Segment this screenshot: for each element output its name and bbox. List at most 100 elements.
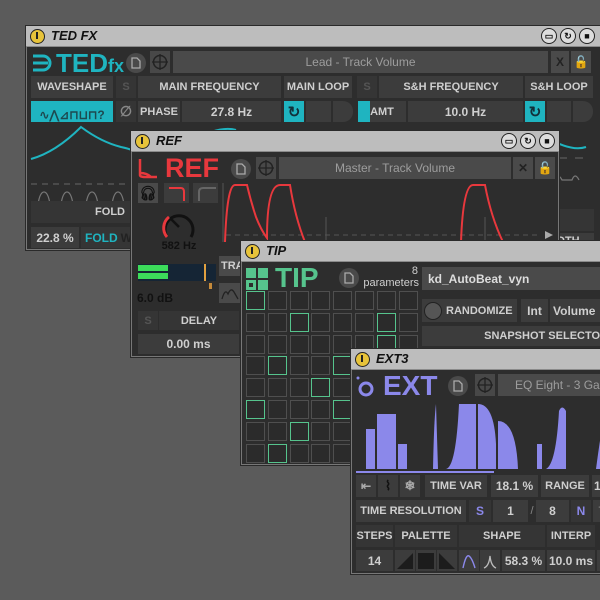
range-value[interactable]: 1 (592, 475, 600, 497)
shape-value[interactable]: 58.3 % (502, 550, 545, 571)
sh-loop-slot[interactable] (547, 101, 571, 122)
mode-selector[interactable]: FOLD WF (81, 227, 131, 248)
shape-spike-button[interactable] (480, 550, 500, 571)
grid-cell[interactable] (333, 291, 353, 310)
grid-cell[interactable] (267, 421, 287, 441)
sh-frequency-value[interactable]: 10.0 Hz (408, 101, 523, 122)
grid-cell[interactable] (311, 443, 331, 463)
interp-value[interactable]: 10.0 ms (547, 550, 595, 571)
grid-cell[interactable] (267, 334, 287, 354)
ext3-title-bar[interactable]: EXT3 (351, 349, 600, 370)
curve-button[interactable] (219, 283, 241, 303)
grid-cell[interactable] (246, 400, 265, 419)
grid-cell[interactable] (376, 312, 396, 332)
grid-cell[interactable] (289, 334, 309, 354)
n-button[interactable]: N (571, 500, 591, 522)
grid-cell[interactable] (311, 421, 331, 441)
document-icon[interactable] (339, 268, 359, 288)
crosshair-icon[interactable] (150, 51, 170, 73)
grid-cell[interactable] (289, 400, 309, 419)
waveshape-selector[interactable]: ∿⋀⊿⊓⊔⊓? (31, 101, 113, 122)
close-target-button[interactable]: ✕ (513, 157, 533, 179)
device-target-field[interactable]: EQ Eight - 3 Gain (498, 374, 600, 396)
grid-cell[interactable] (311, 334, 331, 354)
grid-cell[interactable] (376, 291, 396, 310)
dock-icon[interactable]: ▭ (541, 28, 557, 44)
close-target-button[interactable]: X (551, 51, 569, 73)
grid-cell[interactable] (289, 378, 309, 398)
grid-cell[interactable] (311, 291, 331, 310)
shape-smooth-button[interactable] (459, 550, 479, 571)
document-icon[interactable] (448, 376, 468, 396)
grid-cell[interactable] (267, 443, 287, 463)
crosshair-icon[interactable] (256, 157, 276, 179)
fold-amount-value[interactable]: 22.8 % (31, 227, 79, 248)
curve-mode-button[interactable]: ⌇ (378, 475, 398, 497)
grid-cell[interactable] (355, 291, 374, 310)
palette-ramp-up-button[interactable] (395, 550, 415, 571)
grid-cell[interactable] (355, 312, 374, 332)
delay-value[interactable]: 0.00 ms (138, 334, 239, 354)
grid-cell[interactable] (311, 312, 331, 332)
grid-cell[interactable] (267, 378, 287, 398)
gain-value[interactable]: 6.0 dB (137, 291, 181, 305)
lock-icon[interactable]: 🔓 (571, 51, 591, 73)
time-var-value[interactable]: 18.1 % (491, 475, 538, 497)
grid-cell[interactable] (246, 443, 265, 463)
grid-cell[interactable] (311, 378, 331, 398)
grid-cell[interactable] (267, 291, 287, 310)
lowpass-filter-button[interactable] (164, 183, 189, 203)
ref-title-bar[interactable]: REF ▭ ↻ ■ (131, 131, 559, 152)
grid-cell[interactable] (246, 291, 265, 310)
delay-sync-s-button[interactable]: S (138, 311, 158, 330)
grid-cell[interactable] (289, 443, 309, 463)
grid-cell[interactable] (267, 312, 287, 332)
save-icon[interactable]: ■ (539, 133, 555, 149)
grid-cell[interactable] (246, 421, 265, 441)
volume-button[interactable]: Volume (550, 299, 600, 322)
freeze-button[interactable]: ❄ (400, 475, 420, 497)
highpass-filter-button[interactable] (193, 183, 218, 203)
sh-loop-end[interactable] (573, 101, 593, 122)
phase-invert-button[interactable]: ∅ (116, 101, 136, 122)
grid-cell[interactable] (289, 421, 309, 441)
sync-s-button[interactable]: S (469, 500, 491, 522)
grid-cell[interactable] (246, 378, 265, 398)
mode-fold[interactable]: FOLD (85, 231, 118, 245)
main-loop-slot[interactable] (306, 101, 331, 122)
palette-square-button[interactable] (416, 550, 436, 571)
grid-cell[interactable] (398, 312, 418, 332)
gain-handle-icon[interactable] (209, 283, 212, 289)
tra-button[interactable]: TRA (219, 256, 241, 276)
crosshair-icon[interactable] (475, 374, 495, 396)
resolution-numerator[interactable]: 1 (493, 500, 528, 522)
ted-title-bar[interactable]: TED FX ▭ ↻ ■ (26, 26, 600, 47)
refresh-icon[interactable]: ↻ (560, 28, 576, 44)
device-target-field[interactable]: Master - Track Volume (279, 157, 511, 179)
document-icon[interactable] (231, 159, 251, 179)
tip-title-bar[interactable]: TIP (241, 241, 600, 262)
grid-cell[interactable] (311, 356, 331, 376)
power-icon[interactable] (135, 134, 150, 149)
grid-cell[interactable] (246, 356, 265, 376)
steps-value[interactable]: 14 (356, 550, 393, 571)
refresh-icon[interactable]: ↻ (520, 133, 536, 149)
sh-loop-toggle[interactable]: ↻ (525, 101, 545, 122)
grid-cell[interactable] (289, 312, 309, 332)
palette-ramp-down-button[interactable] (437, 550, 457, 571)
power-icon[interactable] (30, 29, 45, 44)
randomize-button[interactable]: RANDOMIZE (422, 299, 517, 322)
grid-cell[interactable] (311, 400, 331, 419)
power-icon[interactable] (245, 244, 260, 259)
save-icon[interactable]: ■ (579, 28, 595, 44)
preset-name-field[interactable]: kd_AutoBeat_vyn (422, 267, 600, 290)
grid-cell[interactable] (246, 334, 265, 354)
int-button[interactable]: Int (521, 299, 548, 322)
sh-sync-s-button[interactable]: S (357, 76, 377, 98)
main-frequency-value[interactable]: 27.8 Hz (182, 101, 281, 122)
grid-cell[interactable] (289, 291, 309, 310)
headphone-button[interactable]: 🎧︎ (138, 183, 158, 203)
sync-s-button[interactable]: S (116, 76, 136, 98)
main-loop-end[interactable] (333, 101, 353, 122)
main-loop-toggle[interactable]: ↻ (284, 101, 304, 122)
